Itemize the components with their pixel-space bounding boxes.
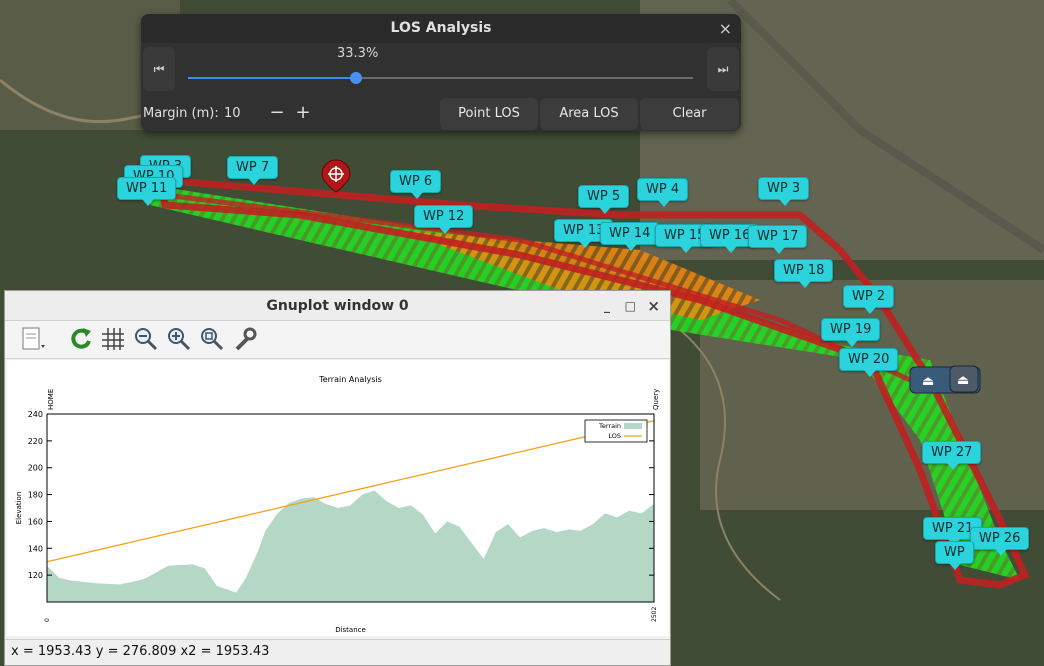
margin-value-input[interactable]: 10 [224,106,241,121]
top-label: Query [652,389,660,410]
waypoint-label[interactable]: WP 18 [774,259,834,288]
refresh-icon[interactable] [67,325,95,353]
close-icon[interactable]: × [719,14,732,43]
waypoint-label[interactable]: WP 5 [578,185,630,214]
progress-slider-handle[interactable] [350,72,363,84]
chart-title: Terrain Analysis [318,375,382,384]
y-tick-label: 140 [28,544,43,553]
los-analysis-window: LOS Analysis × ⏮ ⏭ 33.3% Margin (m): 10 … [141,14,741,131]
waypoint-label[interactable]: WP 14 [600,222,660,251]
svg-text:⏏: ⏏ [922,374,934,389]
progress-percent: 33.3% [337,46,379,61]
waypoint-label[interactable]: WP 2 [843,285,895,314]
waypoint-label[interactable]: WP 11 [117,177,177,206]
margin-increment-button[interactable]: + [291,100,315,128]
top-label: HOME [47,389,55,410]
y-tick-label: 200 [28,464,43,473]
area-los-button[interactable]: Area LOS [540,98,638,130]
y-tick-label: 180 [28,491,43,500]
waypoint-label[interactable]: WP 12 [414,205,474,234]
x-axis-label: Distance [335,626,366,634]
terrain-chart: Terrain Analysis 120 140 160 180 200 220 240 0 25… [15,375,660,634]
waypoint-label[interactable]: WP 20 [839,348,899,377]
progress-slider-fill [188,77,357,79]
waypoint-label[interactable]: WP [935,541,974,570]
los-titlebar[interactable]: LOS Analysis × [141,14,741,43]
minimize-icon[interactable]: _ [604,291,610,321]
waypoint-label[interactable]: WP 27 [922,441,982,470]
x-tick-label: 2502 [651,607,658,622]
waypoint-label[interactable]: WP 19 [821,318,881,347]
zoom-in-icon[interactable] [165,325,193,353]
maximize-icon[interactable]: □ [625,291,636,321]
waypoint-label[interactable]: WP 7 [227,156,279,185]
waypoint-label[interactable]: WP 3 [758,177,810,206]
gnuplot-titlebar[interactable]: Gnuplot window 0 _ □ × [5,291,670,321]
plot-area[interactable]: Terrain Analysis 120 140 160 180 200 220 240 0 25… [7,360,669,636]
hillside-area [700,280,1044,510]
gnuplot-title: Gnuplot window 0 [266,298,409,314]
export-icon[interactable] [19,325,47,353]
y-axis-label: Elevation [15,492,23,525]
terrain-area [47,490,654,602]
waypoint-label[interactable]: WP 6 [390,170,442,199]
waypoint-label[interactable]: WP 17 [748,225,808,254]
legend-label: Terrain [598,422,621,430]
gnuplot-toolbar [5,321,670,359]
y-tick-label: 160 [28,517,43,526]
wrench-icon[interactable] [231,325,259,353]
point-los-button[interactable]: Point LOS [440,98,538,130]
y-tick-label: 220 [28,437,43,446]
los-title: LOS Analysis [390,20,492,36]
eject-icon[interactable]: ⏏ ⏏ [909,365,981,394]
progress-slider[interactable] [188,77,693,79]
zoom-fit-icon[interactable] [198,325,226,353]
legend-swatch [624,423,642,429]
margin-label: Margin (m): [143,106,219,121]
gnuplot-window: Gnuplot window 0 _ □ × Terrain Analysis … [4,290,671,666]
waypoint-label[interactable]: WP 4 [637,178,689,207]
zoom-out-icon[interactable] [132,325,160,353]
clear-button[interactable]: Clear [640,98,739,130]
skip-forward-button[interactable]: ⏭ [707,47,739,91]
margin-decrement-button[interactable]: − [265,100,289,128]
status-bar: x = 1953.43 y = 276.809 x2 = 1953.43 [5,639,670,665]
waypoint-label[interactable]: WP 26 [970,527,1030,556]
close-icon[interactable]: × [647,291,660,321]
y-tick-label: 120 [28,571,43,580]
grid-icon[interactable] [99,325,127,353]
legend-label: LOS [608,432,621,440]
x-tick-label: 0 [44,618,51,622]
skip-back-button[interactable]: ⏮ [143,47,175,91]
y-tick-label: 240 [28,410,43,419]
svg-text:⏏: ⏏ [957,373,969,388]
